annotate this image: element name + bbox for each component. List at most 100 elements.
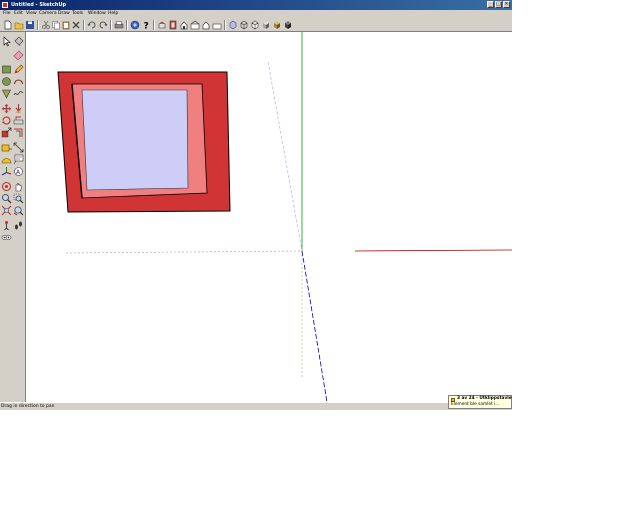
arrow-cursor-icon [3, 36, 11, 47]
move-tool[interactable] [1, 103, 12, 114]
axes-tool[interactable] [1, 166, 12, 177]
sketchup-window: Untitled - SketchUp _ □ × File Edit View… [0, 0, 512, 410]
eyes-icon [1, 235, 12, 240]
save-button[interactable] [25, 20, 35, 30]
back-face[interactable] [81, 89, 189, 191]
clipboard-tooltip[interactable]: 3 av 24 - Utklippstavle Element ble saml… [448, 395, 512, 409]
maximize-button[interactable]: □ [495, 1, 502, 8]
menu-window[interactable]: Window [88, 11, 106, 17]
menu-camera[interactable]: Camera [39, 11, 57, 17]
zoom-extents-icon [1, 205, 12, 216]
new-file-icon [4, 20, 12, 30]
status-text: Drag in direction to pan [1, 404, 55, 409]
model-viewport[interactable] [26, 32, 512, 402]
undo-button[interactable] [87, 20, 97, 30]
model-info-button[interactable] [130, 20, 140, 30]
polygon-tool[interactable] [1, 88, 12, 99]
iso-view-button[interactable] [157, 20, 167, 30]
close-button[interactable]: × [503, 1, 510, 8]
floppy-disk-icon [26, 21, 34, 29]
pan-hand-icon [15, 182, 22, 192]
menu-draw[interactable]: Draw [58, 11, 70, 17]
position-camera-person-icon [4, 221, 9, 231]
copy-button[interactable] [51, 20, 61, 30]
position-camera-tool[interactable] [1, 220, 12, 231]
pan-tool[interactable] [13, 181, 24, 192]
blue-axis-line [301, 250, 328, 402]
hidden-line-button[interactable] [250, 20, 260, 30]
left-view-button[interactable] [212, 20, 222, 30]
window-title: Untitled - SketchUp [11, 2, 67, 8]
arc-tool[interactable] [13, 76, 24, 87]
delete-x-icon [72, 21, 80, 29]
zoom-window-icon [13, 193, 24, 204]
shaded-textures-button[interactable] [272, 20, 282, 30]
offset-tool[interactable] [13, 127, 24, 138]
folder-icon [14, 22, 24, 30]
zoom-window-tool[interactable] [13, 193, 24, 204]
polygon-icon [2, 89, 11, 99]
menu-tools[interactable]: Tools [72, 11, 83, 17]
open-button[interactable] [14, 20, 24, 30]
previous-view-tool[interactable] [13, 205, 24, 216]
protractor-tool[interactable] [1, 154, 12, 165]
shaded-button[interactable] [261, 20, 271, 30]
follow-me-tool[interactable] [13, 115, 24, 126]
erase-button[interactable] [71, 20, 81, 30]
text-tool[interactable] [13, 154, 24, 165]
monochrome-button[interactable] [283, 20, 293, 30]
hidden-line-cube-icon [251, 20, 259, 30]
top-view-button[interactable] [168, 20, 178, 30]
dimension-tool[interactable] [13, 142, 24, 153]
freehand-tool[interactable] [13, 88, 24, 99]
orbit-tool[interactable] [1, 181, 12, 192]
menu-help[interactable]: Help [108, 11, 118, 17]
shaded-cube-icon [263, 21, 269, 29]
scissors-icon [42, 20, 50, 29]
push-pull-tool[interactable] [13, 103, 24, 114]
help-button[interactable]: ? [141, 20, 151, 31]
move-arrows-icon [1, 104, 12, 114]
xray-button[interactable] [228, 20, 238, 30]
scale-tool[interactable] [1, 127, 12, 138]
paint-bucket-tool[interactable] [13, 36, 24, 47]
iso-view-icon [158, 21, 166, 29]
model-canvas[interactable] [26, 32, 512, 402]
undo-arrow-icon [87, 21, 96, 29]
question-mark-icon: ? [144, 22, 149, 31]
cut-button[interactable] [41, 20, 51, 30]
zoom-tool[interactable] [1, 193, 12, 204]
protractor-icon [1, 158, 12, 164]
select-tool[interactable] [1, 36, 12, 47]
menu-edit[interactable]: Edit [14, 11, 23, 17]
3d-text-tool[interactable]: A [13, 166, 24, 177]
minimize-button[interactable]: _ [487, 1, 494, 8]
tape-measure-tool[interactable] [1, 142, 12, 153]
circle-icon [2, 77, 11, 86]
3d-text-icon: A [14, 167, 23, 176]
tooltip-body: Element ble samlet i... [451, 402, 500, 407]
status-bar: Drag in direction to pan [0, 402, 512, 410]
rotate-tool[interactable] [1, 115, 12, 126]
walk-tool[interactable] [13, 220, 24, 231]
circle-tool[interactable] [1, 76, 12, 87]
zoom-extents-tool[interactable] [1, 205, 12, 216]
paste-button[interactable] [61, 20, 71, 30]
front-view-house-icon [180, 21, 188, 30]
right-view-button[interactable] [190, 20, 200, 30]
eraser-tool[interactable] [13, 49, 24, 60]
menu-file[interactable]: File [3, 11, 11, 17]
rectangle-tool[interactable] [1, 64, 12, 75]
wireframe-button[interactable] [239, 20, 249, 30]
new-button[interactable] [3, 20, 13, 30]
redo-button[interactable] [98, 20, 108, 30]
dimension-arrows-icon [13, 142, 24, 153]
front-view-button[interactable] [179, 20, 189, 30]
print-button[interactable] [114, 20, 124, 30]
menu-view[interactable]: View [26, 11, 37, 17]
look-around-tool[interactable] [1, 232, 12, 243]
left-view-icon [212, 23, 222, 30]
red-axis-hidden-line [65, 250, 303, 254]
back-view-button[interactable] [201, 20, 211, 30]
line-tool[interactable] [13, 64, 24, 75]
